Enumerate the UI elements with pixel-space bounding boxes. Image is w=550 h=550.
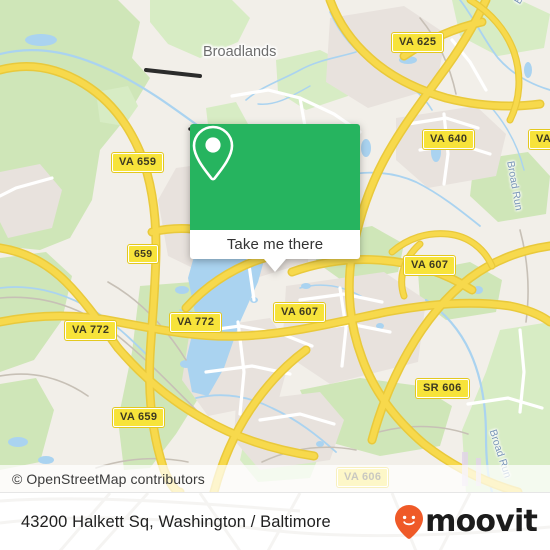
- attribution-text: © OpenStreetMap contributors: [12, 470, 205, 487]
- road-shield-va-772-west[interactable]: VA 772: [65, 321, 117, 340]
- road-shield-659[interactable]: 659: [128, 245, 159, 263]
- footer-bar: 43200 Halkett Sq, Washington / Baltimore…: [0, 492, 550, 550]
- map-attribution: © OpenStreetMap contributors: [0, 465, 550, 492]
- road-shield-va-772-center[interactable]: VA 772: [170, 313, 222, 332]
- popup-pointer: [264, 259, 286, 272]
- road-shield-va-659-north[interactable]: VA 659: [112, 153, 164, 172]
- screenshot-root: Broadlands Beaverdam Broad Run Broad Run…: [0, 0, 550, 550]
- map-canvas[interactable]: Broadlands Beaverdam Broad Run Broad Run…: [0, 0, 550, 492]
- road-shield-va-625[interactable]: VA 625: [392, 33, 444, 52]
- road-shield-va-640[interactable]: VA 640: [423, 130, 475, 149]
- popup-header: [190, 124, 360, 230]
- take-me-there-label: Take me there: [226, 236, 324, 253]
- map-pin-icon: [192, 125, 234, 181]
- moovit-wordmark: moovit: [425, 504, 538, 539]
- location-popup-card[interactable]: Take me there: [190, 124, 360, 272]
- road-shield-va-659-south[interactable]: VA 659: [113, 408, 165, 427]
- road-shield-va-clipped[interactable]: VA: [529, 130, 550, 149]
- road-shield-va-607-center[interactable]: VA 607: [274, 303, 326, 322]
- moovit-logo[interactable]: moovit: [394, 504, 550, 540]
- popup-footer[interactable]: Take me there: [190, 230, 360, 272]
- moovit-smiley-pin-icon: [395, 505, 424, 539]
- road-shield-sr-606[interactable]: SR 606: [416, 379, 469, 398]
- footer-address-text: 43200 Halkett Sq, Washington / Baltimore: [21, 512, 331, 531]
- place-label-broadlands: Broadlands: [203, 44, 277, 60]
- road-shield-va-607-east[interactable]: VA 607: [404, 256, 456, 275]
